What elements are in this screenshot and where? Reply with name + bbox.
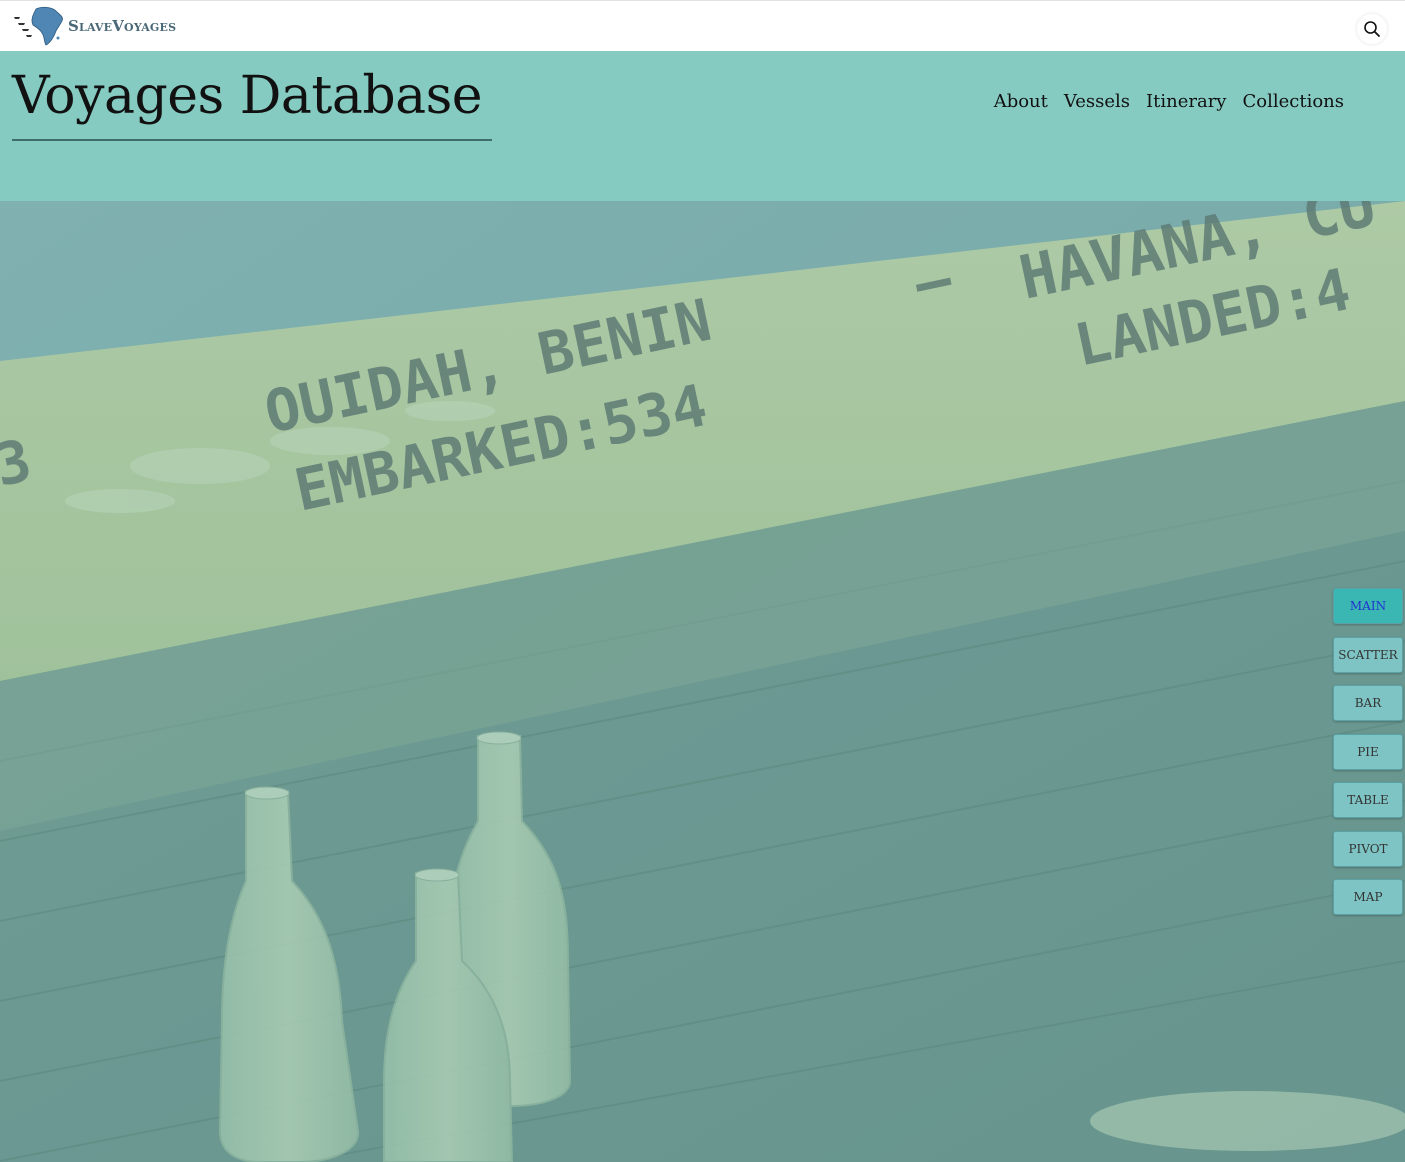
hero-photo: OUIDAH, BENIN – HAVANA, CU EMBARKED:534 … [0, 201, 1405, 1162]
site-logo[interactable]: SlaveVoyages [12, 5, 176, 47]
view-switcher: MAIN SCATTER BAR PIE TABLE PIVOT MAP [1333, 588, 1403, 928]
view-button-pivot[interactable]: PIVOT [1333, 830, 1403, 867]
main-nav: About Vessels Itinerary Collections [994, 91, 1344, 112]
search-button[interactable] [1357, 14, 1387, 44]
nav-about[interactable]: About [994, 91, 1048, 112]
search-icon [1364, 21, 1380, 37]
africa-map-logo-icon [14, 6, 63, 46]
view-button-map[interactable]: MAP [1333, 879, 1403, 915]
view-button-table[interactable]: TABLE [1333, 782, 1403, 818]
nav-itinerary[interactable]: Itinerary [1146, 91, 1226, 112]
brand-name: SlaveVoyages [68, 17, 177, 35]
view-button-scatter[interactable]: SCATTER [1333, 636, 1403, 673]
nav-vessels[interactable]: Vessels [1064, 91, 1130, 112]
view-button-bar[interactable]: BAR [1333, 685, 1403, 721]
view-button-main[interactable]: MAIN [1333, 588, 1403, 624]
page-title: Voyages Database [12, 61, 492, 141]
view-button-pie[interactable]: PIE [1333, 733, 1403, 770]
top-bar: SlaveVoyages [0, 0, 1405, 51]
hero-background-image: OUIDAH, BENIN – HAVANA, CU EMBARKED:534 … [0, 201, 1405, 1162]
page-header: Voyages Database About Vessels Itinerary… [0, 51, 1405, 201]
nav-collections[interactable]: Collections [1242, 91, 1344, 112]
